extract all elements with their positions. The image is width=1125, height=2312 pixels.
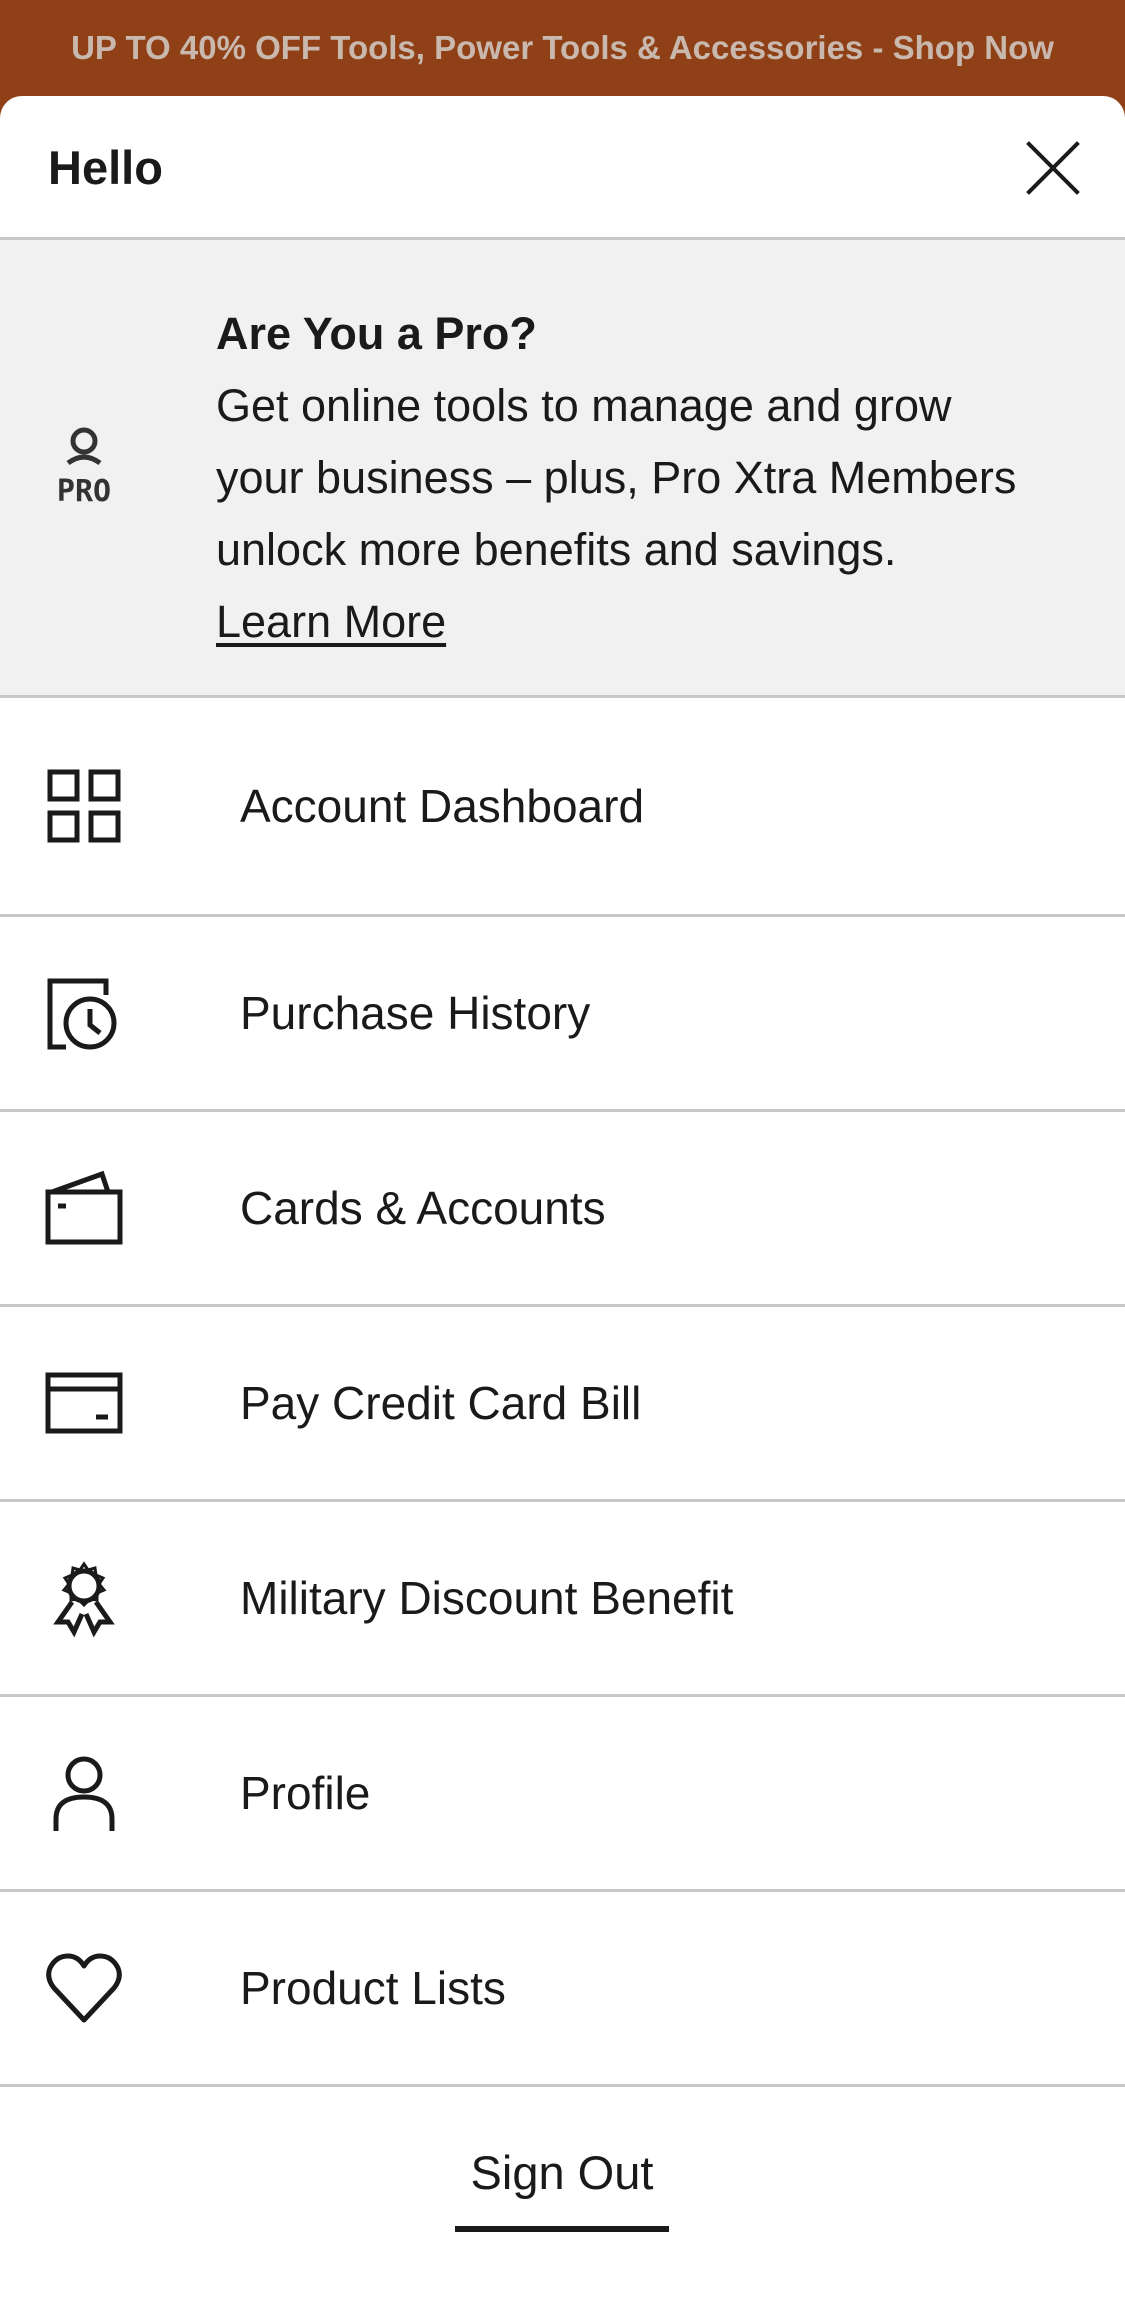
menu-item-label: Cards & Accounts (240, 1182, 606, 1234)
pro-promo-section: PRO Are You a Pro? Get online tools to m… (0, 240, 1125, 698)
person-icon (44, 1753, 124, 1833)
promo-banner-text[interactable]: UP TO 40% OFF Tools, Power Tools & Acces… (71, 29, 1054, 66)
receipt-clock-icon (44, 973, 124, 1053)
menu-item-label: Profile (240, 1767, 371, 1819)
menu-item-purchase-history[interactable]: Purchase History (0, 917, 1125, 1112)
close-icon[interactable] (1025, 140, 1081, 196)
pro-description-line-3: unlock more benefits and savings. (216, 524, 897, 575)
pro-description-line-1: Get online tools to manage and grow (216, 380, 952, 431)
learn-more-link[interactable]: Learn More (216, 586, 446, 658)
menu-item-pay-credit-card-bill[interactable]: Pay Credit Card Bill (0, 1307, 1125, 1502)
sign-out-label: Sign Out (470, 2146, 654, 2199)
menu-item-military-discount[interactable]: Military Discount Benefit (0, 1502, 1125, 1697)
menu-item-label: Military Discount Benefit (240, 1572, 734, 1624)
award-ribbon-icon (44, 1558, 124, 1638)
dashboard-grid-icon (44, 766, 124, 846)
drawer-header: Hello (0, 96, 1125, 240)
menu-item-product-lists[interactable]: Product Lists (0, 1892, 1125, 2087)
wallet-icon (44, 1168, 124, 1248)
sign-out-button[interactable]: Sign Out (455, 2143, 669, 2233)
menu-item-label: Product Lists (240, 1962, 506, 2014)
pro-description-line-2: your business – plus, Pro Xtra Members (216, 452, 1017, 503)
pro-icon-text: PRO (57, 474, 111, 505)
account-menu: Account Dashboard Purchase History Cards… (0, 698, 1125, 2087)
sign-out-area: Sign Out (0, 2087, 1125, 2287)
close-button[interactable] (1025, 140, 1081, 196)
heart-icon (44, 1948, 124, 2028)
menu-item-label: Purchase History (240, 987, 591, 1039)
credit-card-icon (44, 1363, 124, 1443)
pro-title: Are You a Pro? (216, 308, 537, 359)
menu-item-cards-accounts[interactable]: Cards & Accounts (0, 1112, 1125, 1307)
account-drawer: Hello PRO Are You a Pro? Get online tool… (0, 96, 1125, 2312)
menu-item-profile[interactable]: Profile (0, 1697, 1125, 1892)
pro-text-block: Are You a Pro? Get online tools to manag… (216, 298, 1086, 658)
menu-item-label: Account Dashboard (240, 780, 645, 832)
menu-item-account-dashboard[interactable]: Account Dashboard (0, 698, 1125, 917)
pro-icon: PRO (44, 425, 124, 505)
drawer-title: Hello (48, 141, 163, 194)
menu-item-label: Pay Credit Card Bill (240, 1377, 642, 1429)
sign-out-underline (455, 2226, 669, 2232)
